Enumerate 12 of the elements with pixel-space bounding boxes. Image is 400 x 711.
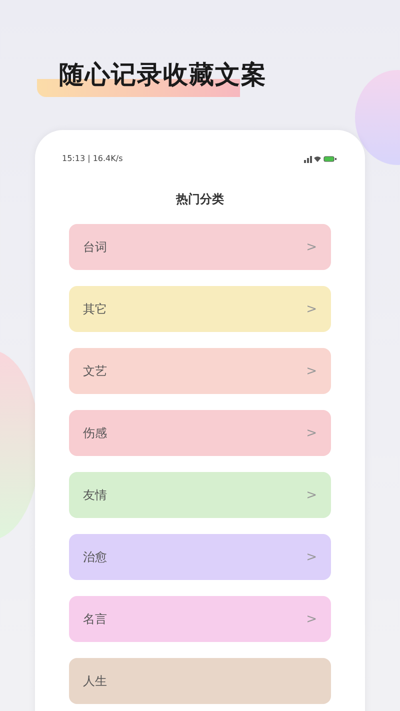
category-item[interactable]: 台词 > — [69, 224, 331, 270]
category-item[interactable]: 其它 > — [69, 286, 331, 332]
category-item[interactable]: 伤感 > — [69, 410, 331, 456]
status-icons — [304, 154, 338, 162]
category-item[interactable]: 治愈 > — [69, 534, 331, 580]
page-title: 热门分类 — [174, 191, 225, 208]
status-time: 15:13 | 16.4K/s — [62, 154, 123, 163]
category-item[interactable]: 名言 > — [69, 596, 331, 642]
headline: 随心记录收藏文案 — [37, 58, 267, 97]
category-item[interactable]: 文艺 > — [69, 348, 331, 394]
category-item[interactable]: 人生 — [69, 658, 331, 704]
category-item[interactable]: 友情 > — [69, 472, 331, 518]
